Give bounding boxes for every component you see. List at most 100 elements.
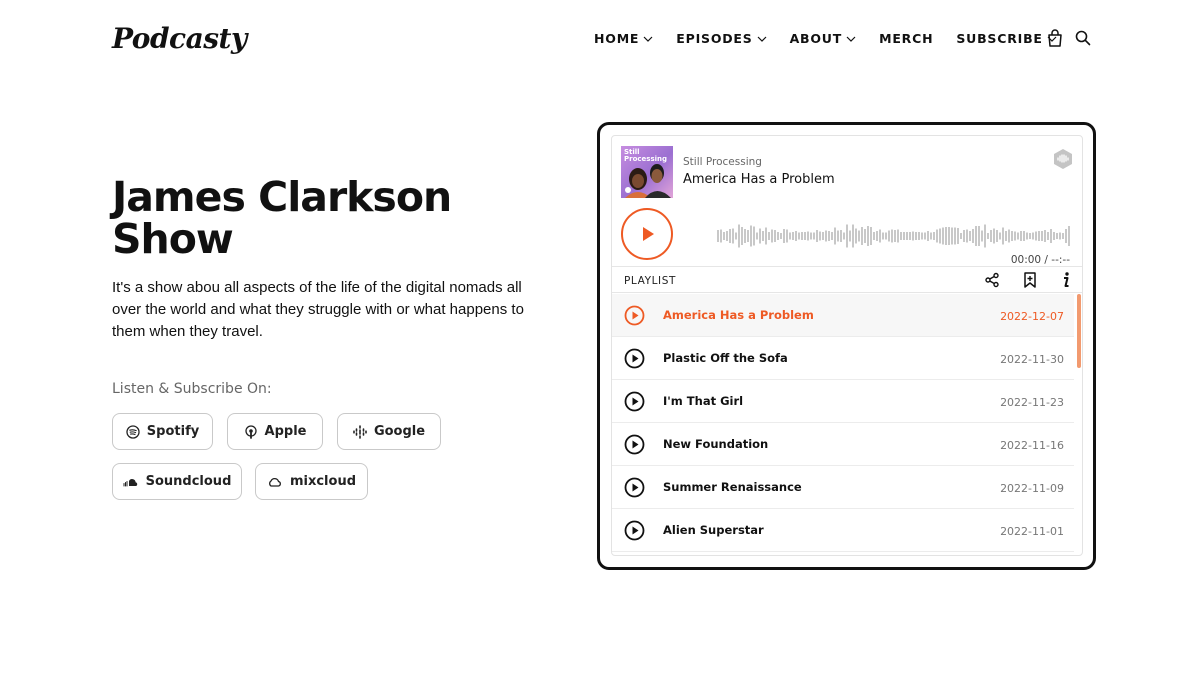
waveform-bar (1038, 231, 1040, 241)
waveform-bar (798, 232, 800, 240)
waveform-bar (1029, 233, 1031, 239)
listen-subscribe-label: Listen & Subscribe On: (112, 381, 272, 397)
waveform-bar (951, 227, 953, 245)
waveform-bar (819, 231, 821, 241)
search-icon[interactable] (1075, 30, 1091, 46)
waveform-bar (882, 232, 884, 240)
waveform-bar (1020, 231, 1022, 241)
waveform-bar (936, 229, 938, 243)
waveform-bar (933, 232, 935, 240)
waveform-bar (861, 227, 863, 245)
chevron-down-icon (643, 36, 653, 42)
waveform-bar (918, 232, 920, 240)
waveform-bar (1059, 232, 1061, 240)
track-title: Plastic Off the Sofa (663, 351, 788, 365)
playlist-track[interactable]: Alien Superstar 2022-11-01 (612, 509, 1074, 552)
waveform-bar (954, 227, 956, 245)
track-date: 2022-11-09 (1000, 482, 1064, 495)
track-title: I'm That Girl (663, 394, 744, 408)
waveform-bar (858, 230, 860, 242)
play-circle-icon[interactable] (624, 477, 645, 498)
waveform-bar (1062, 233, 1064, 239)
episode-cover-art: Still Processing (621, 146, 673, 198)
nav-label: MERCH (879, 31, 934, 46)
play-circle-icon[interactable] (624, 434, 645, 455)
waveform-bar (801, 232, 803, 240)
waveform-bar (975, 226, 977, 246)
waveform-bar (795, 231, 797, 241)
nav-label: HOME (594, 31, 640, 46)
play-circle-icon[interactable] (624, 520, 645, 541)
nav-item-merch[interactable]: MERCH (879, 31, 933, 46)
waveform-bar (909, 232, 911, 240)
waveform-bar (849, 230, 851, 242)
waveform-bar (843, 232, 845, 240)
waveform-bar (879, 229, 881, 243)
waveform-bar (837, 230, 839, 242)
waveform-bar (1026, 232, 1028, 240)
waveform-bar (789, 232, 791, 240)
play-circle-icon[interactable] (624, 391, 645, 412)
waveform-bar (777, 232, 779, 240)
playlist-track[interactable]: America Has a Problem 2022-12-07 (612, 294, 1074, 337)
nav-item-episodes[interactable]: EPISODES (676, 31, 767, 46)
waveform-bar (855, 228, 857, 244)
track-date: 2022-11-16 (1000, 439, 1064, 452)
mixcloud-button[interactable]: mixcloud (255, 463, 368, 500)
soundcloud-button[interactable]: Soundcloud (112, 463, 242, 500)
platform-label: Spotify (146, 424, 200, 439)
playlist-track[interactable]: I'm That Girl 2022-11-23 (612, 380, 1074, 423)
platform-label: mixcloud (289, 474, 357, 489)
player-card: Still Processing Still Processing Americ… (611, 135, 1083, 556)
playlist-track[interactable]: Summer Renaissance 2022-11-09 (612, 466, 1074, 509)
waveform-bar (978, 226, 980, 246)
waveform-bar (894, 230, 896, 242)
audio-waveform[interactable] (717, 216, 1072, 256)
bookmark-add-icon[interactable] (1023, 272, 1037, 288)
chevron-down-icon (846, 36, 856, 42)
waveform-bar (1023, 231, 1025, 241)
player-show-name: Still Processing (683, 156, 762, 168)
waveform-bar (765, 227, 767, 245)
waveform-bar (732, 228, 734, 244)
info-icon[interactable] (1061, 272, 1071, 288)
site-logo[interactable]: Podcasty (112, 22, 247, 55)
waveform-bar (999, 232, 1001, 240)
soundcloud-icon (123, 478, 137, 486)
waveform-bar (828, 231, 830, 241)
playlist-toolbar: PLAYLIST (612, 266, 1082, 293)
waveform-bar (1035, 231, 1037, 241)
waveform-bar (717, 230, 719, 242)
nav-item-home[interactable]: HOME (594, 31, 653, 46)
waveform-bar (1041, 231, 1043, 241)
cart-icon[interactable] (1046, 29, 1064, 47)
playlist-track[interactable]: New Foundation 2022-11-16 (612, 423, 1074, 466)
google-button[interactable]: Google (337, 413, 441, 450)
waveform-bar (1047, 232, 1049, 240)
waveform-bar (747, 230, 749, 242)
apple-button[interactable]: Apple (227, 413, 323, 450)
waveform-bar (768, 232, 770, 240)
waveform-bar (984, 224, 986, 248)
play-circle-icon[interactable] (624, 348, 645, 369)
waveform-bar (750, 225, 752, 247)
waveform-bar (1053, 232, 1055, 240)
spotify-button[interactable]: Spotify (112, 413, 213, 450)
waveform-bar (993, 228, 995, 244)
play-button[interactable] (621, 208, 673, 260)
waveform-bar (753, 226, 755, 246)
playlist-scrollbar[interactable] (1077, 294, 1081, 368)
waveform-bar (720, 229, 722, 243)
play-circle-icon[interactable] (624, 305, 645, 326)
nav-item-subscribe[interactable]: SUBSCRIBE (956, 31, 1057, 46)
waveform-bar (729, 229, 731, 243)
nav-item-about[interactable]: ABOUT (790, 31, 857, 46)
playlist-track[interactable]: Plastic Off the Sofa 2022-11-30 (612, 337, 1074, 380)
waveform-bar (987, 233, 989, 239)
waveform-bar (912, 231, 914, 241)
waveform-bar (888, 230, 890, 242)
waveform-bar (1065, 229, 1067, 243)
waveform-bar (930, 232, 932, 240)
podcast-host-badge-icon[interactable] (1052, 148, 1074, 170)
share-icon[interactable] (984, 272, 1000, 288)
